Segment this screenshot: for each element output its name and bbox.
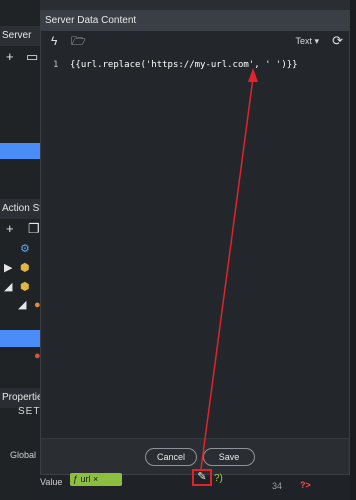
error-marker: ?> [300, 480, 311, 490]
dialog-title: Server Data Content [41, 11, 349, 31]
add-icon[interactable]: + [6, 50, 14, 64]
code-editor[interactable]: 1 {{url.replace('https://my-url.com', ' … [41, 55, 349, 440]
line-number-bottom: 34 [272, 481, 283, 491]
right-strip [350, 0, 356, 500]
folder-open-icon[interactable]: 🗁 [71, 35, 86, 47]
mode-select[interactable]: Text ▾ [295, 35, 319, 47]
expand-arrow-icon[interactable]: ▶ [4, 262, 12, 274]
top-strip [40, 0, 350, 10]
copy-icon[interactable]: ❐ [28, 222, 40, 236]
global-label: Global [10, 450, 37, 460]
mode-label: Text [295, 36, 312, 46]
code-line[interactable]: {{url.replace('https://my-url.com', ' ')… [70, 60, 298, 70]
save-button[interactable]: Save [203, 448, 255, 466]
action-steps-header: Action Ste [0, 199, 40, 219]
help-icon[interactable]: ?) [214, 473, 223, 484]
line-number: 1 [53, 60, 59, 70]
cube-icon: ⬢ [20, 281, 30, 293]
lightning-icon[interactable]: ϟ [51, 35, 57, 47]
properties-header: Propertie [0, 388, 40, 408]
cube-icon: ⬢ [20, 262, 30, 274]
properties-section-title: SET [18, 406, 41, 417]
server-data-content-dialog: Server Data Content ϟ 🗁 Text ▾ ⟳ 1 {{url… [40, 10, 350, 475]
gear-icon: ⚙ [20, 243, 30, 255]
add-step-icon[interactable]: + [6, 222, 14, 236]
value-token[interactable]: ƒ url × [70, 473, 122, 486]
selected-server-item[interactable] [0, 143, 40, 159]
chevron-down-icon: ▾ [314, 36, 319, 46]
refresh-icon[interactable]: ⟳ [332, 34, 343, 47]
value-label: Value [40, 477, 63, 487]
collapse-arrow-icon[interactable]: ◢ [18, 299, 26, 311]
cancel-button[interactable]: Cancel [145, 448, 197, 466]
pencil-edit-icon[interactable]: ✎ [192, 469, 212, 486]
server-panel-header: Server [0, 26, 40, 46]
selected-step-item[interactable] [0, 330, 40, 347]
folder-icon[interactable]: ▭ [26, 50, 38, 64]
collapse-arrow-icon[interactable]: ◢ [4, 281, 12, 293]
dialog-toolbar: ϟ 🗁 Text ▾ ⟳ [41, 31, 349, 51]
